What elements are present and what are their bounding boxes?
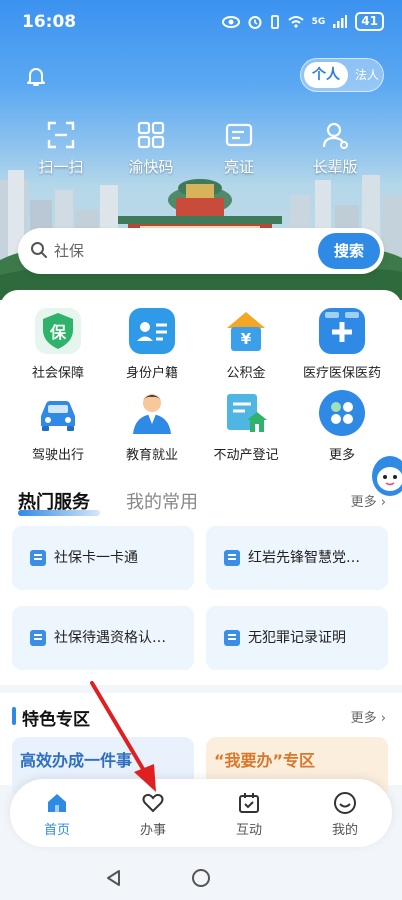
nav-label: 首页 <box>43 823 70 838</box>
hot-service-title: 社保待遇资格认… <box>54 630 166 646</box>
quick-id-card[interactable]: 亮证 <box>194 120 284 177</box>
feature-card-title: “我要办”专区 <box>214 751 316 770</box>
heart-icon <box>142 793 164 813</box>
eye-icon <box>221 15 240 28</box>
hot-service-title: 社保卡一卡通 <box>54 550 138 566</box>
nav-services[interactable]: 办事 <box>118 791 188 838</box>
hero-banner: 16:08 5G 41 个人 法人 扫一扫 渝快码 亮证 长辈版 社保 搜索 <box>0 0 402 300</box>
service-real-estate[interactable]: 不动产登记 <box>198 390 294 463</box>
scan-icon <box>47 121 75 149</box>
nav-label: 办事 <box>139 823 166 838</box>
feature-card-title: 高效办成一件事 <box>20 751 133 770</box>
feature-section: 特色专区 更多 › 高效办成一件事 “我要办”专区 <box>0 685 402 797</box>
battery-indicator: 41 <box>355 12 384 31</box>
real-estate-icon <box>223 390 269 436</box>
nav-home[interactable]: 首页 <box>22 791 92 838</box>
hot-services-section: 热门服务 我的常用 更多 › 社保卡一卡通 红岩先锋智慧党… 社保待遇资格认… … <box>0 470 402 685</box>
document-icon <box>224 550 240 566</box>
hot-service-card[interactable]: 红岩先锋智慧党… <box>206 526 388 590</box>
service-label: 驾驶出行 <box>31 448 84 463</box>
nav-label: 互动 <box>235 823 262 838</box>
toggle-corporate[interactable]: 法人 <box>352 62 382 88</box>
quick-elder-mode-label: 长辈版 <box>312 158 358 176</box>
hot-service-card[interactable]: 社保待遇资格认… <box>12 606 194 670</box>
more-label: 更多 <box>350 711 377 726</box>
vibrate-icon <box>270 14 279 29</box>
network-label: 5G <box>311 16 326 27</box>
tab-my-common[interactable]: 我的常用 <box>126 488 198 514</box>
bottom-nav: 首页 办事 互动 我的 <box>10 779 392 847</box>
search-input[interactable] <box>54 228 314 274</box>
section-accent-bar <box>12 707 16 725</box>
feature-more-link[interactable]: 更多 › <box>351 707 386 726</box>
status-time: 16:08 <box>22 12 77 32</box>
car-icon <box>35 390 81 436</box>
service-label: 公积金 <box>226 366 266 381</box>
smile-icon <box>334 792 356 814</box>
service-driving[interactable]: 驾驶出行 <box>10 390 106 463</box>
hot-service-title: 无犯罪记录证明 <box>248 630 346 646</box>
service-social-security[interactable]: 保 社会保障 <box>10 308 106 381</box>
education-icon <box>129 390 175 436</box>
service-medical[interactable]: 医疗医保医药 <box>294 308 390 381</box>
service-label: 不动产登记 <box>213 448 279 463</box>
service-label: 身份户籍 <box>125 366 178 381</box>
housing-fund-icon: ¥ <box>223 308 269 354</box>
elder-mode-icon <box>322 122 348 149</box>
quick-scan-label: 扫一扫 <box>38 158 84 176</box>
document-icon <box>30 630 46 646</box>
home-circle-icon[interactable] <box>191 868 211 888</box>
back-triangle-icon[interactable] <box>104 868 124 888</box>
identity-toggle[interactable]: 个人 法人 <box>300 58 384 92</box>
hot-service-card[interactable]: 无犯罪记录证明 <box>206 606 388 670</box>
wifi-icon <box>287 16 304 28</box>
hot-service-title: 红岩先锋智慧党… <box>248 550 360 566</box>
search-button[interactable]: 搜索 <box>318 233 380 269</box>
tab-hot-services[interactable]: 热门服务 <box>18 488 90 514</box>
service-label: 教育就业 <box>125 448 178 463</box>
alarm-icon <box>248 15 262 29</box>
toggle-personal[interactable]: 个人 <box>304 62 348 88</box>
svg-text:¥: ¥ <box>241 330 252 348</box>
nav-label: 我的 <box>331 823 358 838</box>
calendar-check-icon <box>239 793 259 813</box>
document-icon <box>30 550 46 566</box>
service-label: 社会保障 <box>31 366 84 381</box>
quick-id-card-label: 亮证 <box>223 158 254 176</box>
assistant-mascot-icon[interactable] <box>368 452 402 500</box>
services-grid: 保 社会保障 身份户籍 ¥ 公积金 医疗医保医药 驾驶出行 教育就业 不动产登记… <box>0 290 402 470</box>
quick-qr-code-label: 渝快码 <box>128 158 174 176</box>
bell-icon[interactable] <box>24 64 48 88</box>
svg-text:保: 保 <box>49 323 67 342</box>
social-security-icon: 保 <box>35 308 81 354</box>
signal-icon <box>333 15 348 28</box>
feature-title: 特色专区 <box>22 710 90 730</box>
system-nav-bar <box>0 855 402 900</box>
more-icon <box>319 390 365 436</box>
nav-mine[interactable]: 我的 <box>310 791 380 838</box>
service-identity[interactable]: 身份户籍 <box>104 308 200 381</box>
search-icon <box>31 242 47 258</box>
status-icons: 5G 41 <box>221 12 384 31</box>
status-bar: 16:08 5G 41 <box>0 0 402 44</box>
quick-elder-mode[interactable]: 长辈版 <box>290 120 380 177</box>
qr-code-icon <box>137 121 165 149</box>
hot-service-card[interactable]: 社保卡一卡通 <box>12 526 194 590</box>
search-bar[interactable]: 搜索 <box>18 228 384 274</box>
quick-qr-code[interactable]: 渝快码 <box>106 120 196 177</box>
id-card-icon <box>225 123 253 147</box>
home-icon <box>48 794 66 812</box>
document-icon <box>224 630 240 646</box>
identity-icon <box>129 308 175 354</box>
medical-icon <box>319 308 365 354</box>
quick-scan[interactable]: 扫一扫 <box>16 120 106 177</box>
nav-interact[interactable]: 互动 <box>214 791 284 838</box>
service-label: 医疗医保医药 <box>302 366 381 381</box>
service-education[interactable]: 教育就业 <box>104 390 200 463</box>
service-housing-fund[interactable]: ¥ 公积金 <box>198 308 294 381</box>
